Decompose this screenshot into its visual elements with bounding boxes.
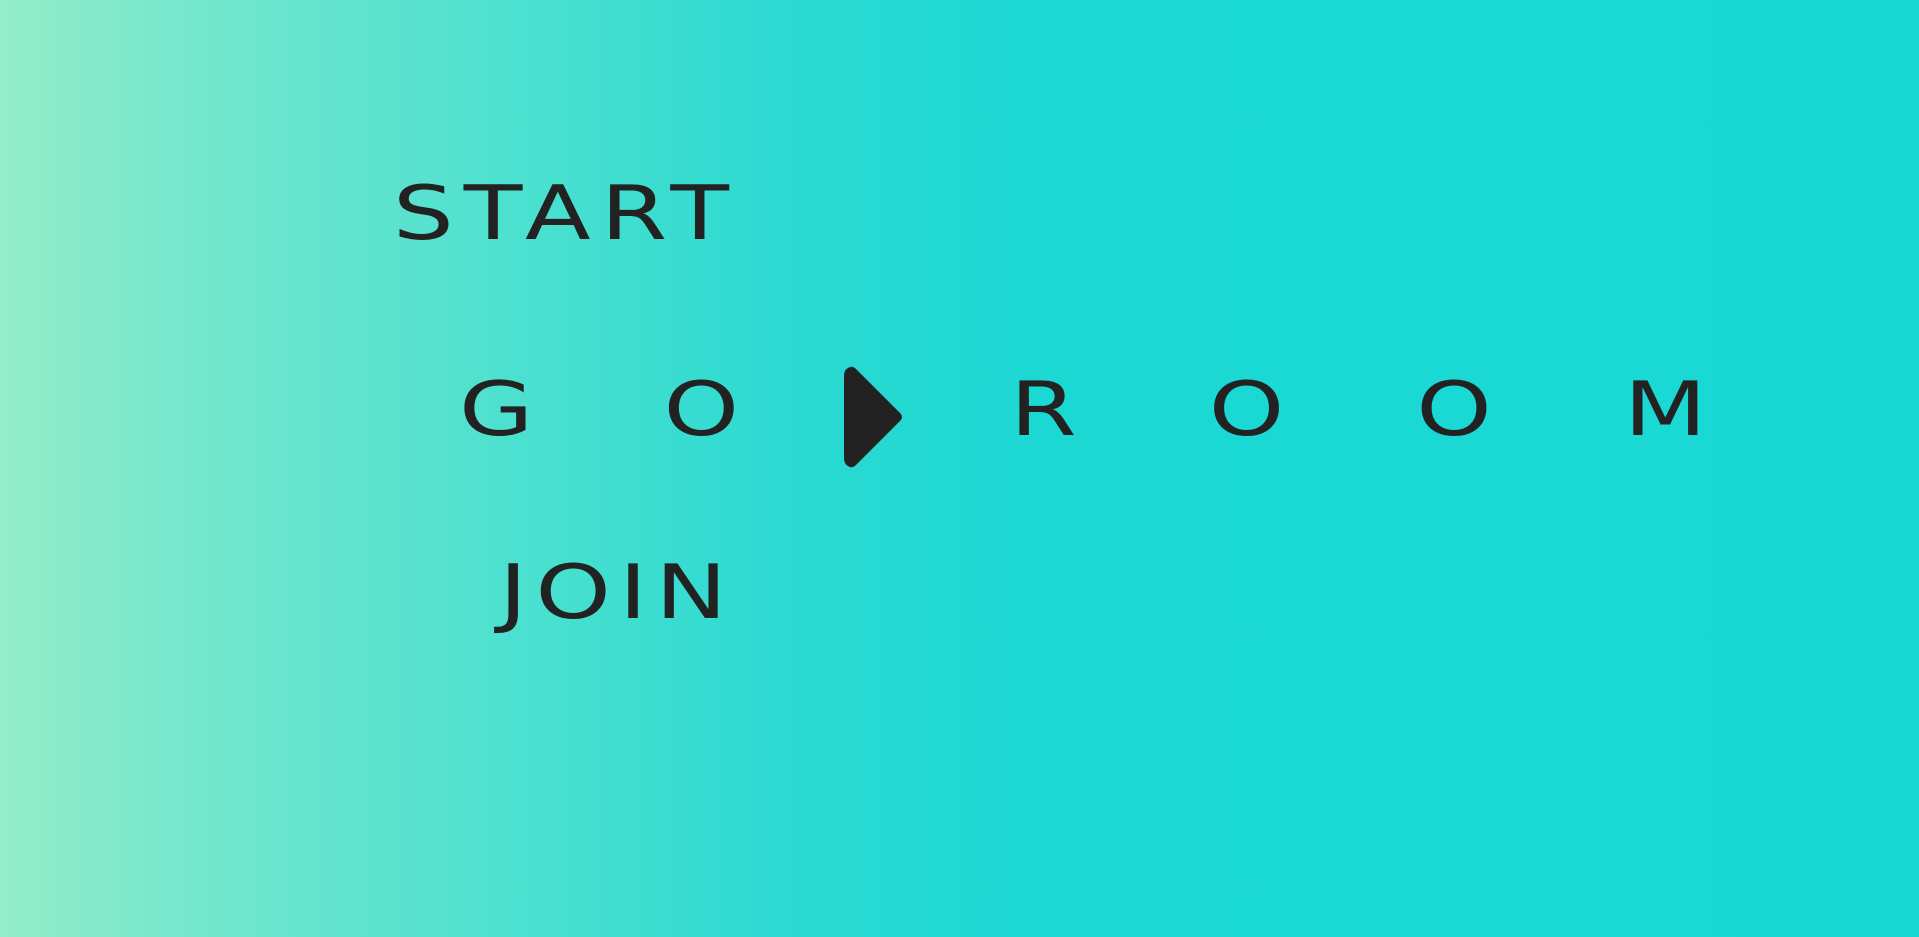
selected-room-label[interactable]: ROOM [1010, 372, 1839, 447]
triangle-right-icon [844, 366, 902, 468]
menu-item-go[interactable]: GO [459, 372, 869, 447]
menu-item-start[interactable]: START [393, 176, 739, 251]
menu-item-join[interactable]: JOIN [499, 555, 735, 630]
